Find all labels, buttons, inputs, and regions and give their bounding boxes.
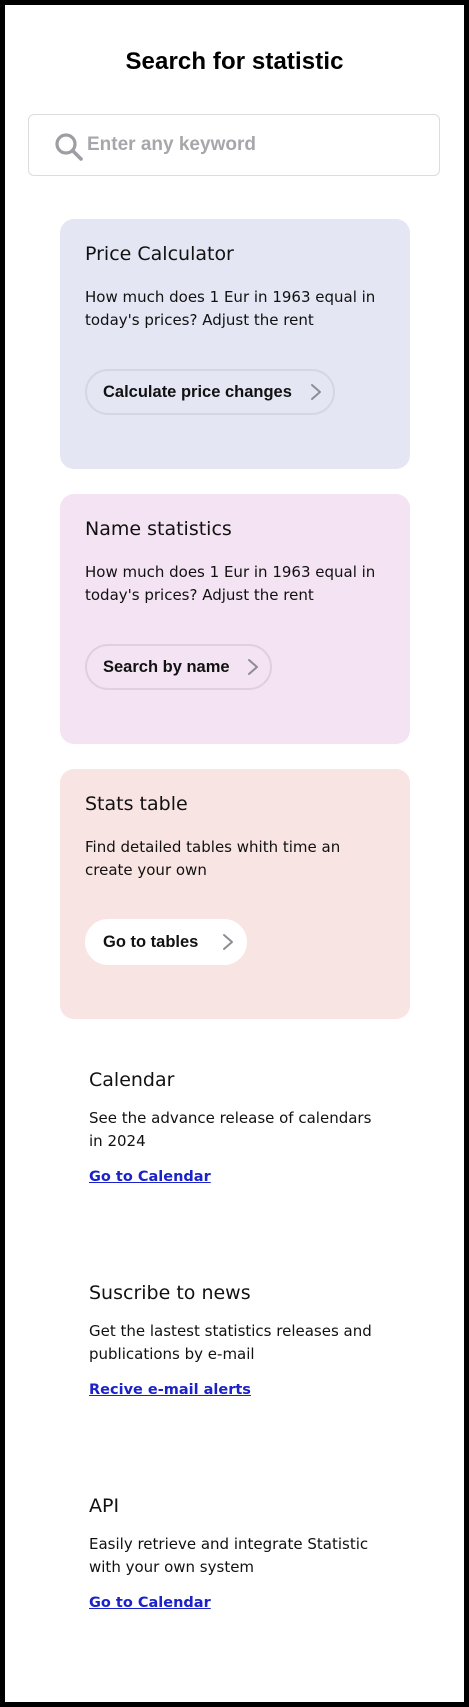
chevron-right-icon (223, 934, 233, 950)
button-label: Calculate price changes (103, 382, 292, 401)
page-frame: Search for statistic Price Calculator Ho… (0, 0, 469, 1707)
card-description: How much does 1 Eur in 1963 equal in tod… (85, 288, 376, 329)
calculate-price-changes-button[interactable]: Calculate price changes (85, 369, 335, 415)
card-title: Stats table (85, 793, 188, 815)
go-to-tables-button[interactable]: Go to tables (85, 919, 247, 965)
card-description: Find detailed tables whith time an creat… (85, 838, 341, 879)
section-description: See the advance release of calendars in … (89, 1109, 372, 1150)
search-by-name-button[interactable]: Search by name (85, 644, 272, 690)
card-title: Name statistics (85, 518, 232, 540)
chevron-right-icon (248, 659, 258, 675)
page-title: Search for statistic (125, 48, 344, 75)
search-icon (55, 133, 83, 161)
receive-email-alerts-link[interactable]: Recive e-mail alerts (89, 1382, 251, 1398)
card-title: Price Calculator (85, 243, 234, 265)
card-description: How much does 1 Eur in 1963 equal in tod… (85, 563, 376, 604)
button-label: Search by name (103, 657, 230, 676)
section-title: API (89, 1495, 120, 1517)
section-title: Suscribe to news (89, 1282, 251, 1304)
chevron-right-icon (311, 384, 321, 400)
go-to-calendar-link[interactable]: Go to Calendar (89, 1169, 211, 1185)
stats-table-card: Stats table Find detailed tables whith t… (60, 769, 410, 1019)
section-description: Easily retrieve and integrate Statistic … (89, 1535, 369, 1576)
api-go-to-calendar-link[interactable]: Go to Calendar (89, 1595, 211, 1611)
section-title: Calendar (89, 1069, 175, 1091)
search-input[interactable] (87, 127, 417, 163)
name-statistics-card: Name statistics How much does 1 Eur in 1… (60, 494, 410, 744)
section-description: Get the lastest statistics releases and … (89, 1322, 372, 1363)
price-calculator-card: Price Calculator How much does 1 Eur in … (60, 219, 410, 469)
search-box[interactable] (28, 114, 440, 176)
button-label: Go to tables (103, 932, 199, 951)
